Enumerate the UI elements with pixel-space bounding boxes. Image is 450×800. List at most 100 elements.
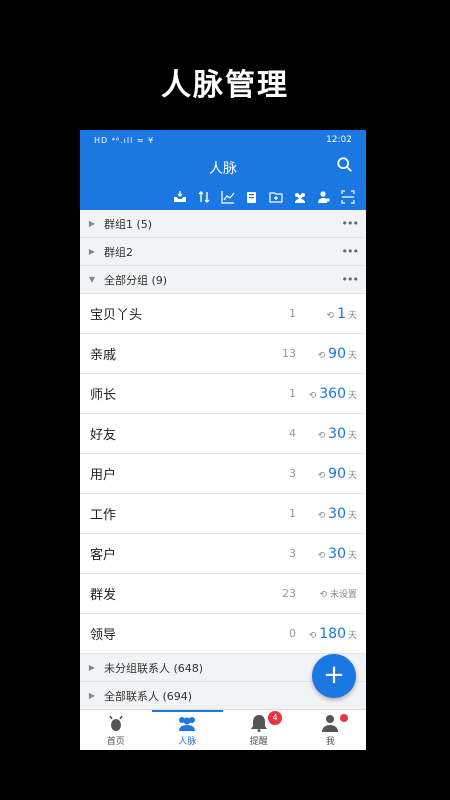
clock-icon: ⟲	[317, 510, 326, 521]
item-count: 4	[289, 427, 296, 440]
group-row[interactable]: ▼ 全部分组 (9) •••	[80, 266, 366, 294]
list-item[interactable]: 亲戚 13 ⟲ 90 天	[80, 334, 366, 374]
chart-icon[interactable]	[216, 187, 240, 207]
add-folder-icon[interactable]	[264, 187, 288, 207]
list-item[interactable]: 客户 3 ⟲ 30 天	[80, 534, 366, 574]
clock-icon: ⟲	[317, 550, 326, 561]
reminder-interval: ⟲ 180 天	[309, 626, 357, 642]
interval-days: 30	[328, 545, 346, 562]
chevron-right-icon: ▶	[88, 247, 96, 256]
add-contact-icon[interactable]	[312, 187, 336, 207]
item-name: 工作	[90, 508, 117, 523]
interval-days: 1	[337, 305, 346, 322]
notification-dot	[339, 714, 348, 722]
chevron-right-icon: ▶	[88, 691, 96, 700]
contacts-icon	[179, 717, 196, 731]
app-header: 人脉	[80, 150, 366, 184]
tab-contacts[interactable]: 人脉	[151, 710, 224, 750]
list-item[interactable]: 用户 3 ⟲ 90 天	[80, 454, 366, 494]
item-name: 师长	[90, 388, 117, 403]
item-count: 3	[289, 467, 296, 480]
reminder-interval: ⟲ 90 天	[318, 346, 357, 362]
tab-me[interactable]: 我	[295, 710, 367, 750]
status-icons: HD ⁴⁶.ıll ≈ ¥	[94, 135, 155, 145]
inbox-icon[interactable]	[168, 187, 192, 207]
clock-icon: ⟲	[308, 390, 317, 401]
reminder-interval: ⟲ 30 天	[318, 506, 357, 522]
group-label: 全部分组 (9)	[104, 273, 168, 287]
interval-unit: 天	[347, 430, 357, 441]
interval-unit: 天	[347, 550, 357, 561]
item-count: 1	[289, 307, 296, 320]
group-label: 群组2	[104, 245, 133, 259]
list-item[interactable]: 工作 1 ⟲ 30 天	[80, 494, 366, 534]
interval-unit: 天	[347, 310, 357, 321]
scan-icon[interactable]	[336, 187, 360, 207]
chevron-right-icon: ▶	[88, 219, 96, 228]
item-name: 亲戚	[90, 348, 117, 363]
status-time: 12:02	[326, 135, 352, 145]
group-row[interactable]: ▶ 群组1 (5) •••	[80, 210, 366, 238]
interval-days: 90	[328, 465, 346, 482]
group-label: 群组1 (5)	[104, 217, 153, 231]
reminder-badge: 4	[268, 711, 282, 725]
group-row[interactable]: ▶ 群组2 •••	[80, 238, 366, 266]
list-item[interactable]: 好友 4 ⟲ 30 天	[80, 414, 366, 454]
reminder-interval: ⟲ 1 天	[327, 306, 357, 322]
more-icon[interactable]: •••	[342, 273, 359, 286]
bell-icon	[250, 715, 267, 732]
item-count: 0	[289, 627, 296, 640]
interval-unit: 天	[347, 390, 357, 401]
toolbar	[80, 184, 366, 210]
profile-icon	[322, 715, 339, 732]
interval-days: 90	[328, 345, 346, 362]
unset-label: 未设置	[329, 590, 357, 600]
reminder-interval: ⟲ 未设置	[319, 587, 357, 600]
list-item[interactable]: 群发 23 ⟲ 未设置	[80, 574, 366, 614]
item-count: 23	[282, 587, 296, 600]
tab-label: 提醒	[249, 737, 268, 747]
item-count: 13	[282, 347, 296, 360]
sort-icon[interactable]	[192, 187, 216, 207]
chevron-down-icon: ▼	[88, 275, 96, 284]
item-name: 群发	[90, 588, 117, 603]
list-item[interactable]: 师长 1 ⟲ 360 天	[80, 374, 366, 414]
list-item[interactable]: 领导 0 ⟲ 180 天	[80, 614, 366, 654]
interval-days: 30	[328, 505, 346, 522]
list-item[interactable]: 宝贝丫头 1 ⟲ 1 天	[80, 294, 366, 334]
item-name: 用户	[90, 468, 117, 483]
page-title: 人脉	[209, 161, 237, 177]
phone-screen: HD ⁴⁶.ıll ≈ ¥ 12:02 人脉 ▶ 群组1 (5) ••• ▶ 群组2 ••…	[80, 130, 366, 750]
item-name: 宝贝丫头	[90, 308, 143, 323]
item-count: 1	[289, 507, 296, 520]
more-icon[interactable]: •••	[342, 217, 359, 230]
interval-days: 180	[319, 625, 346, 642]
interval-days: 360	[319, 385, 346, 402]
add-button[interactable]: +	[312, 654, 356, 698]
clock-icon: ⟲	[317, 350, 326, 361]
clock-icon: ⟲	[317, 470, 326, 481]
item-count: 1	[289, 387, 296, 400]
search-icon[interactable]	[336, 156, 354, 174]
interval-unit: 天	[347, 630, 357, 641]
item-name: 领导	[90, 628, 117, 643]
group-icon[interactable]	[288, 187, 312, 207]
clock-icon: ⟲	[326, 310, 335, 321]
item-count: 3	[289, 547, 296, 560]
tab-reminders[interactable]: 4 提醒	[223, 710, 295, 750]
reminder-interval: ⟲ 30 天	[318, 546, 357, 562]
tab-label: 人脉	[178, 737, 197, 747]
bottom-nav: 首页 人脉 4 提醒 我	[80, 709, 366, 750]
clock-icon: ⟲	[317, 430, 326, 441]
group-label: 未分组联系人 (648)	[104, 661, 204, 675]
item-name: 好友	[90, 428, 117, 443]
interval-unit: 天	[347, 350, 357, 361]
promo-title: 人脉管理	[161, 68, 289, 103]
interval-unit: 天	[347, 510, 357, 521]
home-icon	[109, 715, 123, 731]
clock-icon: ⟲	[308, 630, 317, 641]
tab-home[interactable]: 首页	[80, 710, 152, 750]
more-icon[interactable]: •••	[342, 245, 359, 258]
group-label: 全部联系人 (694)	[104, 689, 193, 703]
card-icon[interactable]	[240, 187, 264, 207]
